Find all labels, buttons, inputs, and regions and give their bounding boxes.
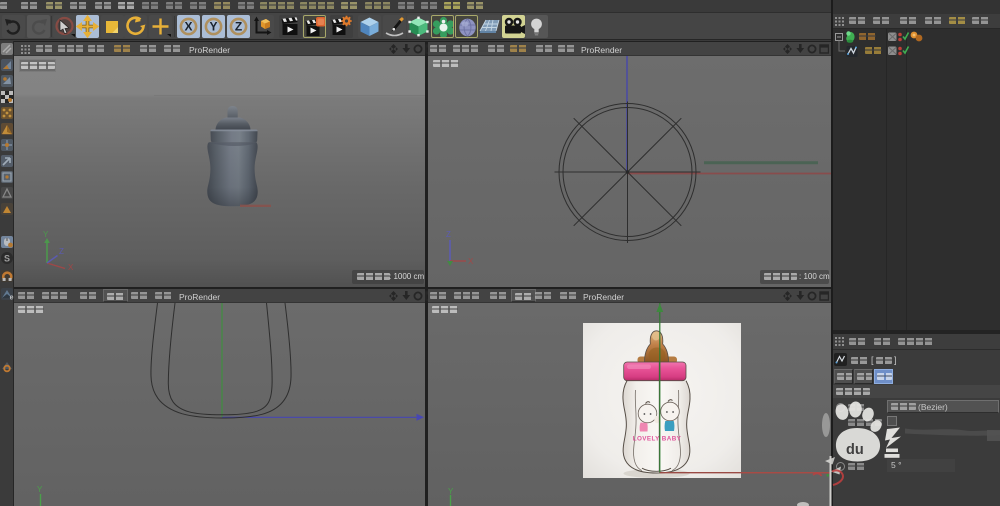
svg-text:Z: Z bbox=[446, 230, 451, 239]
svg-text:Y: Y bbox=[43, 230, 49, 239]
svg-text:Z: Z bbox=[59, 247, 64, 256]
svg-text:LOVELY BABY: LOVELY BABY bbox=[633, 436, 682, 443]
svg-text:X: X bbox=[468, 257, 474, 266]
svg-text:Y: Y bbox=[37, 485, 43, 494]
svg-text:X: X bbox=[184, 20, 192, 34]
svg-text:S: S bbox=[4, 254, 10, 264]
svg-text:Y: Y bbox=[448, 487, 454, 496]
svg-text:Y: Y bbox=[209, 20, 217, 34]
svg-text:Z: Z bbox=[235, 20, 242, 34]
svg-text:e: e bbox=[10, 295, 14, 302]
svg-text:X: X bbox=[68, 263, 74, 272]
